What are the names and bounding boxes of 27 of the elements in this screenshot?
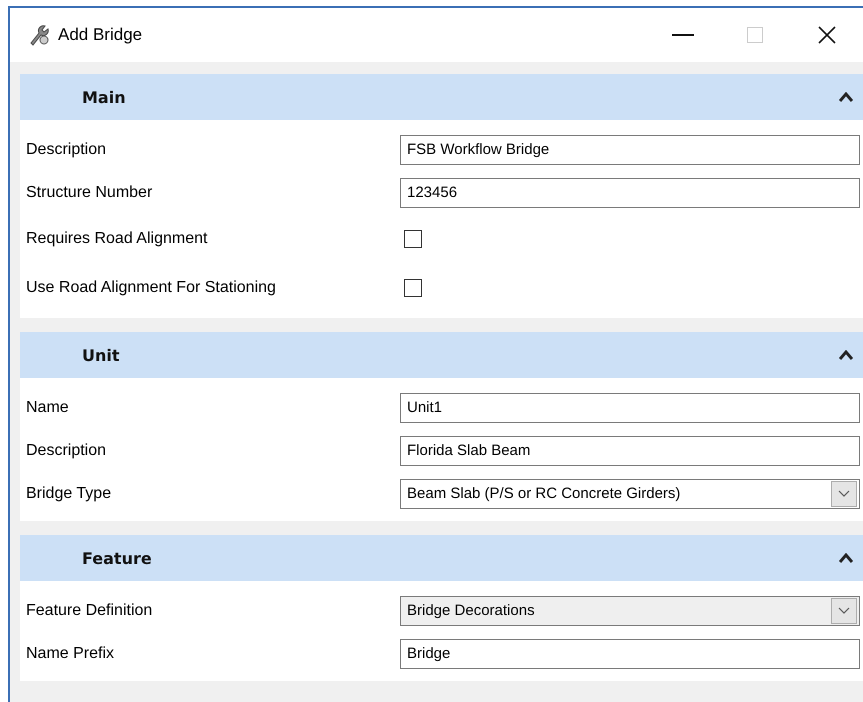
chevron-down-icon[interactable] <box>831 480 857 506</box>
collapse-icon[interactable] <box>839 553 853 563</box>
field-label: Name <box>26 398 70 416</box>
field-label: Description <box>26 442 108 460</box>
checkbox[interactable] <box>404 230 422 248</box>
field-label: Description <box>26 140 108 158</box>
collapse-icon[interactable] <box>839 92 853 102</box>
checkbox[interactable] <box>404 278 422 296</box>
field-label: Use Road Alignment For Stationing <box>26 278 277 296</box>
section-header[interactable]: Unit <box>20 332 863 378</box>
field-label: Structure Number <box>26 184 154 202</box>
text-field[interactable]: FSB Workflow Bridge <box>400 134 860 164</box>
wrench-gear-icon <box>28 24 50 46</box>
close-icon[interactable] <box>818 26 836 44</box>
field-label: Bridge Type <box>26 484 112 502</box>
section-header[interactable]: Feature <box>20 535 863 581</box>
text-field[interactable]: Unit1 <box>400 392 860 422</box>
text-field[interactable]: Florida Slab Beam <box>400 436 860 466</box>
dropdown[interactable]: Beam Slab (P/S or RC Concrete Girders) <box>400 478 860 508</box>
field-label: Requires Road Alignment <box>26 230 208 248</box>
section-header[interactable]: Main <box>20 74 863 120</box>
field-label: Name Prefix <box>26 644 116 662</box>
collapse-icon[interactable] <box>839 350 853 360</box>
text-field[interactable]: 123456 <box>400 178 860 208</box>
window-title: Add Bridge <box>58 25 144 45</box>
field-label: Feature Definition <box>26 602 154 620</box>
text-field[interactable]: Bridge <box>400 638 860 668</box>
